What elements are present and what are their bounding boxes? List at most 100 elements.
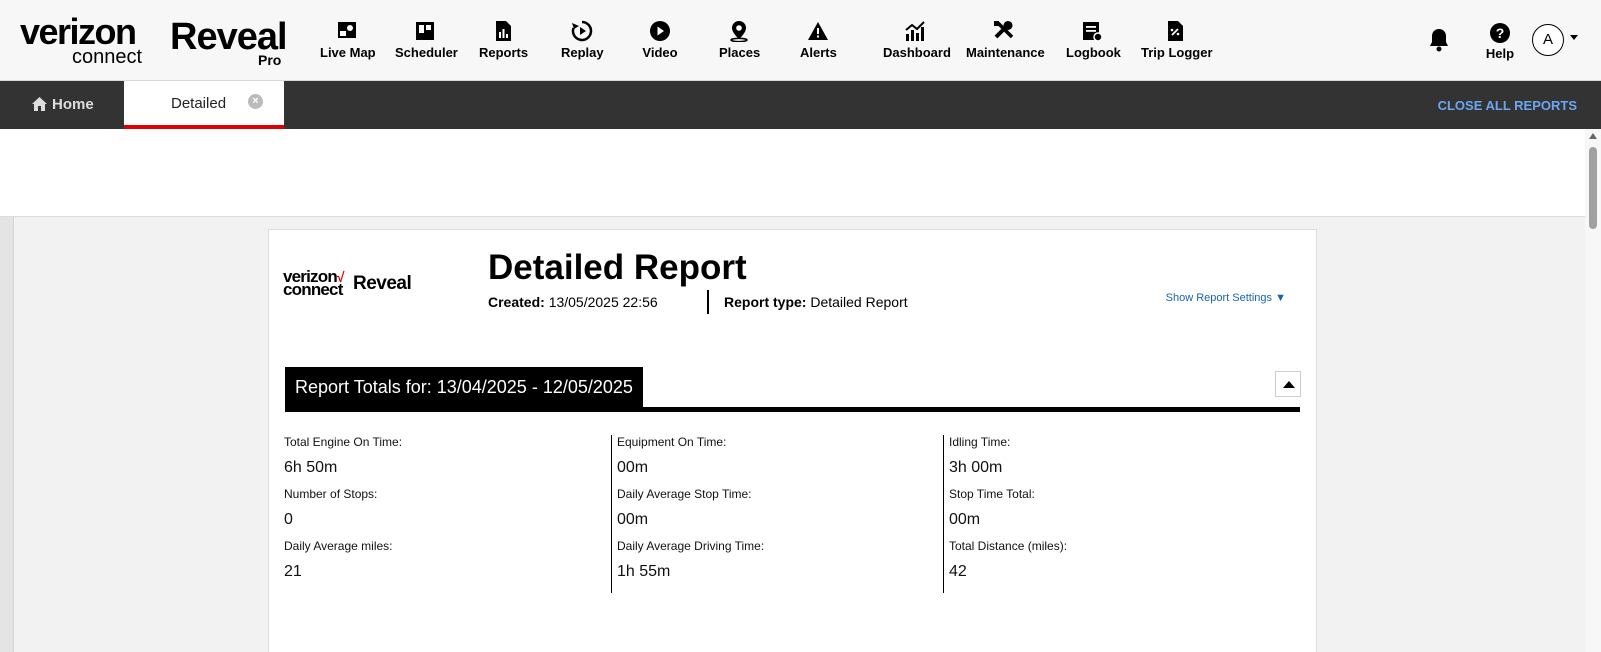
stat-value: 1h 55m <box>617 563 671 580</box>
close-tab-icon[interactable]: × <box>248 94 263 109</box>
totals-column-2: Equipment On Time: 00m Daily Average Sto… <box>611 435 931 593</box>
user-avatar[interactable]: A <box>1532 24 1564 56</box>
scrollbar-thumb[interactable] <box>1589 147 1597 229</box>
pro-label: Pro <box>258 52 282 68</box>
tab-home-label: Home <box>52 96 94 113</box>
home-icon <box>32 97 47 111</box>
stat-label: Daily Average miles: <box>284 539 393 553</box>
report-document: verizon√ connect Reveal Detailed Report … <box>268 229 1317 652</box>
live-map-icon <box>338 22 356 38</box>
show-report-settings-link[interactable]: Show Report Settings ▼ <box>1166 292 1286 304</box>
nav-replay[interactable]: Replay <box>561 20 604 62</box>
nav-label: Video <box>642 45 678 60</box>
nav-label: Places <box>719 45 761 60</box>
connect-wordmark: connect <box>72 46 143 68</box>
nav-video[interactable]: Video <box>642 20 678 62</box>
nav-logbook[interactable]: Logbook <box>1066 20 1121 62</box>
logbook-icon <box>1083 22 1103 42</box>
nav-label: Alerts <box>800 45 837 60</box>
stat-label: Stop Time Total: <box>949 487 1035 501</box>
stat-value: 00m <box>617 459 649 476</box>
scheduler-icon <box>416 22 434 40</box>
report-type: Report type: Detailed Report <box>724 293 908 311</box>
report-toolbar-area <box>0 129 1585 217</box>
stat-number-of-stops: Number of Stops: 0 <box>284 487 377 530</box>
nav-label: Replay <box>561 45 604 60</box>
report-type-value: Detailed Report <box>810 294 908 310</box>
tab-home[interactable]: Home <box>0 81 124 129</box>
top-navigation: verizon connect Reveal Pro Live Map Sche… <box>0 0 1601 81</box>
help-button[interactable]: ? Help <box>1482 23 1518 63</box>
stat-daily-average-driving-time: Daily Average Driving Time: 1h 55m <box>617 539 764 582</box>
stat-value: 0 <box>284 511 293 528</box>
brand-logo[interactable]: verizon connect Reveal Pro <box>20 11 288 70</box>
reveal-wordmark: Reveal <box>170 16 288 58</box>
notifications-bell-icon[interactable] <box>1427 27 1451 53</box>
nav-alerts[interactable]: Alerts <box>800 20 837 62</box>
nav-scheduler[interactable]: Scheduler <box>395 20 458 62</box>
stat-value: 00m <box>617 511 649 528</box>
report-tab-bar: Home Detailed × CLOSE ALL REPORTS <box>0 81 1601 129</box>
nav-label: Reports <box>479 45 529 60</box>
dashboard-icon <box>905 21 925 41</box>
nav-label: Dashboard <box>883 45 951 60</box>
scroll-up-arrow-icon[interactable] <box>1589 133 1597 139</box>
stat-value: 42 <box>949 563 967 580</box>
places-icon <box>730 21 748 42</box>
stat-value: 6h 50m <box>284 459 338 476</box>
collapse-totals-button[interactable] <box>1275 371 1301 397</box>
nav-trip-logger[interactable]: Trip Logger <box>1141 20 1213 62</box>
replay-icon <box>571 20 593 42</box>
report-created: Created: 13/05/2025 22:56 <box>488 293 658 311</box>
nav-label: Maintenance <box>966 45 1045 60</box>
report-totals-heading: Report Totals for: 13/04/2025 - 12/05/20… <box>285 367 643 407</box>
tab-detailed[interactable]: Detailed × <box>124 81 284 129</box>
totals-divider <box>285 407 1300 412</box>
stat-label: Idling Time: <box>949 435 1011 449</box>
nav-label: Scheduler <box>395 45 458 60</box>
stat-label: Equipment On Time: <box>617 435 727 449</box>
stat-label: Total Engine On Time: <box>284 435 403 449</box>
stat-total-engine-on-time: Total Engine On Time: 6h 50m <box>284 435 402 478</box>
nav-dashboard[interactable]: Dashboard <box>883 20 951 62</box>
tab-detailed-label: Detailed <box>171 95 227 112</box>
reports-icon <box>496 21 511 41</box>
stat-label: Total Distance (miles): <box>949 539 1068 553</box>
meta-divider <box>707 290 709 314</box>
chevron-down-icon[interactable] <box>1570 35 1578 40</box>
nav-live-map[interactable]: Live Map <box>320 20 376 62</box>
stat-label: Daily Average Stop Time: <box>617 487 752 501</box>
totals-column-1: Total Engine On Time: 6h 50m Number of S… <box>279 435 599 593</box>
stat-value: 00m <box>949 511 981 528</box>
maintenance-icon <box>994 21 1014 39</box>
video-icon <box>650 21 670 41</box>
nav-label: Live Map <box>320 45 376 60</box>
trip-logger-icon <box>1168 21 1183 41</box>
nav-places[interactable]: Places <box>719 20 761 62</box>
report-logo-connect: connect <box>283 280 343 299</box>
nav-label: Trip Logger <box>1141 45 1213 60</box>
stat-idling-time: Idling Time: 3h 00m <box>949 435 1010 478</box>
nav-label: Logbook <box>1066 45 1121 60</box>
totals-column-3: Idling Time: 3h 00m Stop Time Total: 00m… <box>943 435 1263 593</box>
created-value: 13/05/2025 22:56 <box>548 294 658 310</box>
report-type-label: Report type: <box>724 294 807 310</box>
stat-daily-average-miles: Daily Average miles: 21 <box>284 539 393 582</box>
stat-label: Number of Stops: <box>284 487 378 501</box>
stat-stop-time-total: Stop Time Total: 00m <box>949 487 1035 530</box>
stat-daily-average-stop-time: Daily Average Stop Time: 00m <box>617 487 752 530</box>
report-logo-reveal: Reveal <box>353 273 412 294</box>
stat-total-distance: Total Distance (miles): 42 <box>949 539 1067 582</box>
stat-value: 21 <box>284 563 302 580</box>
verizon-wordmark: verizon <box>20 11 137 52</box>
close-all-reports-button[interactable]: CLOSE ALL REPORTS <box>1438 98 1577 113</box>
vertical-scrollbar[interactable] <box>1585 129 1601 652</box>
help-icon: ? <box>1490 23 1510 43</box>
nav-reports[interactable]: Reports <box>479 20 529 62</box>
stat-equipment-on-time: Equipment On Time: 00m <box>617 435 726 478</box>
stat-value: 3h 00m <box>949 459 1003 476</box>
left-panel-edge <box>0 217 14 652</box>
nav-maintenance[interactable]: Maintenance <box>966 20 1045 62</box>
report-logo: verizon√ connect Reveal <box>283 268 423 300</box>
created-label: Created: <box>488 294 545 310</box>
